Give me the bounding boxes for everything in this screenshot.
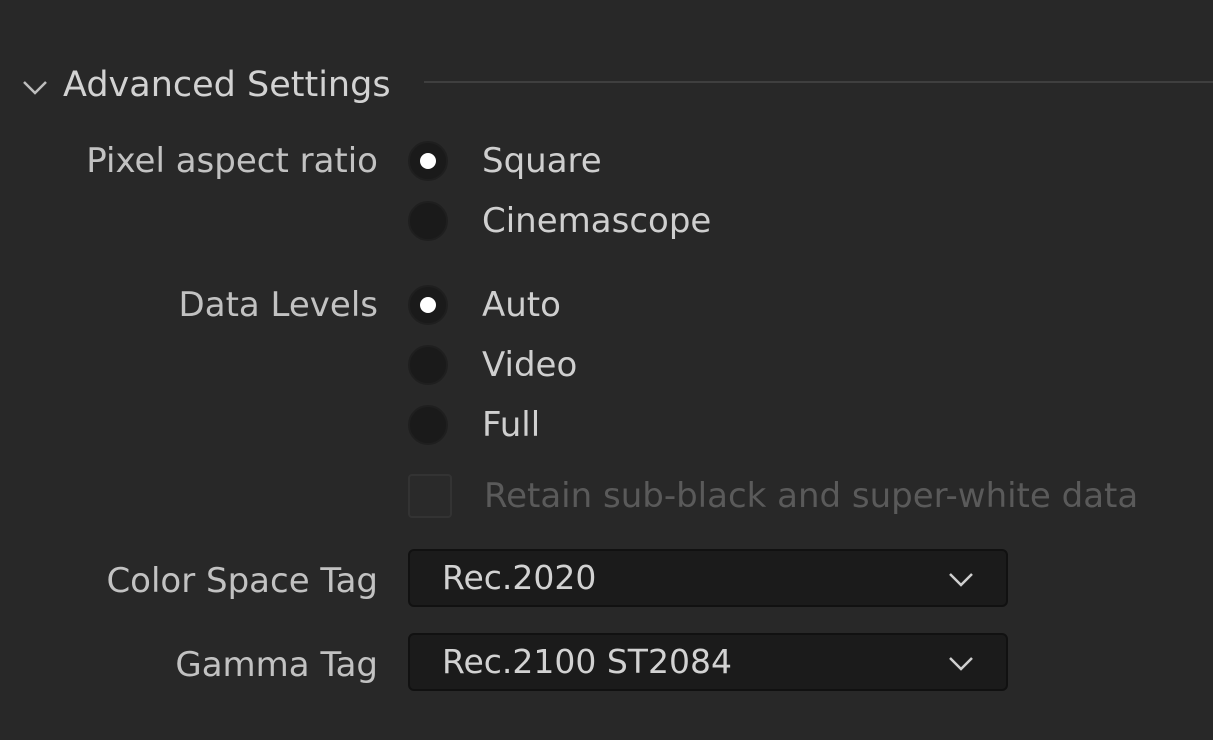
retain-data-label: Retain sub-black and super-white data [484, 476, 1139, 516]
radio-label[interactable]: Cinemascope [482, 201, 711, 241]
radio-label[interactable]: Video [482, 345, 577, 385]
radio-button[interactable] [408, 405, 448, 445]
section-divider [424, 81, 1213, 83]
retain-data-checkbox-row[interactable]: Retain sub-black and super-white data [408, 472, 1138, 520]
gamma-tag-label: Gamma Tag [175, 645, 378, 685]
radio-button[interactable] [408, 285, 448, 325]
chevron-down-icon [949, 573, 973, 587]
color-space-tag-dropdown[interactable]: Rec.2020 [408, 549, 1008, 607]
gamma-tag-dropdown[interactable]: Rec.2100 ST2084 [408, 633, 1008, 691]
radio-option-auto[interactable]: Auto [408, 282, 561, 328]
radio-button[interactable] [408, 141, 448, 181]
radio-label[interactable]: Full [482, 405, 540, 445]
chevron-down-icon[interactable] [20, 72, 50, 102]
radio-option-video[interactable]: Video [408, 342, 577, 388]
chevron-down-icon [949, 657, 973, 671]
radio-label[interactable]: Square [482, 141, 602, 181]
radio-option-cinemascope[interactable]: Cinemascope [408, 198, 711, 244]
pixel-aspect-ratio-label: Pixel aspect ratio [86, 141, 378, 181]
radio-button[interactable] [408, 345, 448, 385]
radio-label[interactable]: Auto [482, 285, 561, 325]
dropdown-value: Rec.2020 [442, 558, 597, 597]
dropdown-value: Rec.2100 ST2084 [442, 642, 732, 681]
section-title: Advanced Settings [63, 65, 391, 105]
retain-data-checkbox[interactable] [408, 474, 452, 518]
radio-option-full[interactable]: Full [408, 402, 540, 448]
color-space-tag-label: Color Space Tag [106, 561, 378, 601]
data-levels-label: Data Levels [178, 285, 378, 325]
advanced-settings-header[interactable]: Advanced Settings [0, 62, 1213, 110]
radio-option-square[interactable]: Square [408, 138, 602, 184]
radio-button[interactable] [408, 201, 448, 241]
